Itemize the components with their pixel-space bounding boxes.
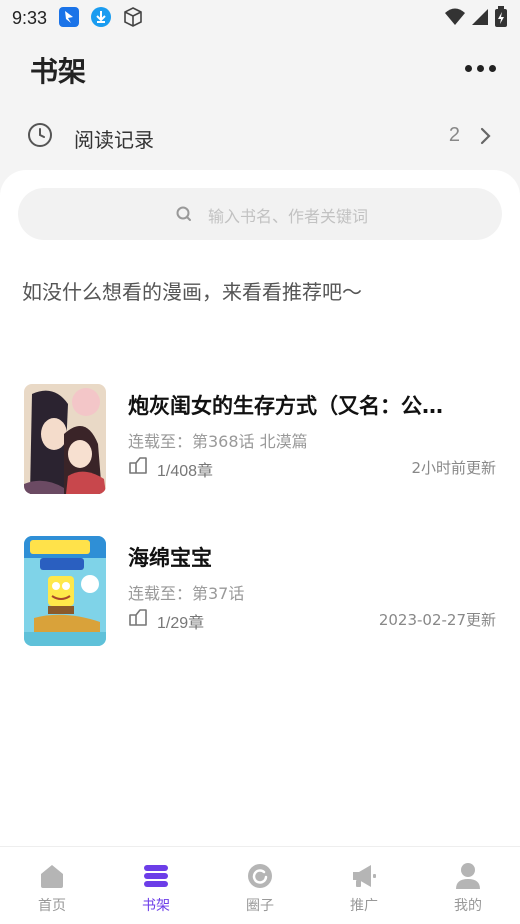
nav-label: 推广 (350, 898, 378, 914)
book-cover (24, 384, 106, 494)
more-dot-icon (476, 64, 484, 72)
signal-icon (472, 9, 488, 25)
package-notification-icon (124, 7, 142, 27)
wifi-icon (445, 8, 465, 25)
search-input[interactable]: 输入书名、作者关键词 (18, 188, 502, 240)
book-updated-time: 2小时前更新 (411, 459, 496, 477)
book-progress-icon (129, 609, 147, 626)
user-icon (456, 863, 480, 889)
megaphone-icon (353, 865, 376, 887)
page-title: 书架 (30, 55, 87, 88)
more-options-button[interactable] (458, 58, 502, 78)
status-indicators (444, 6, 508, 28)
bookshelf-card: 输入书名、作者关键词 如没什么想看的漫画，来看看推荐吧～ 炮灰闺女的生存方式（又… (0, 170, 520, 846)
book-item[interactable]: 海绵宝宝 连载至：第37话 1/29章 2023-02-27更新 (0, 536, 520, 648)
reading-history-label: 阅读记录 (74, 128, 154, 152)
book-progress: 1/408章 (157, 463, 214, 480)
book-progress: 1/29章 (157, 615, 205, 632)
status-time: 9:33 (12, 8, 48, 28)
book-progress-icon (129, 457, 147, 474)
home-icon (41, 865, 63, 888)
reading-history-row[interactable]: 阅读记录 2 (0, 108, 520, 164)
book-title: 海绵宝宝 (128, 546, 212, 570)
nav-item-promote[interactable]: 推广 (312, 847, 416, 924)
bookshelf-icon (144, 865, 168, 887)
battery-charging-icon (495, 6, 507, 27)
book-serial-status: 连载至：第368话 北漠篇 (128, 432, 308, 451)
book-updated-time: 2023-02-27更新 (378, 611, 496, 629)
search-placeholder: 输入书名、作者关键词 (208, 207, 369, 226)
search-icon (176, 206, 191, 221)
nav-label: 我的 (454, 898, 482, 914)
circle-icon (248, 864, 272, 888)
status-bar: 9:33 (0, 0, 520, 36)
reading-history-count: 2 (448, 124, 460, 146)
clock-icon (28, 123, 52, 147)
more-dot-icon (464, 64, 472, 72)
nav-label: 首页 (38, 898, 66, 914)
recommend-prompt: 如没什么想看的漫画，来看看推荐吧～ (22, 280, 362, 304)
nav-label: 圈子 (246, 898, 274, 914)
bottom-navigation: 首页 书架 圈子 推广 我的 (0, 846, 520, 924)
nav-item-home[interactable]: 首页 (0, 847, 104, 924)
chevron-right-icon (480, 127, 491, 145)
book-item[interactable]: 炮灰闺女的生存方式（又名：公… 连载至：第368话 北漠篇 1/408章 2小时… (0, 384, 520, 496)
nav-label: 书架 (142, 898, 170, 914)
book-title: 炮灰闺女的生存方式（又名：公… (128, 394, 443, 418)
nav-item-circle[interactable]: 圈子 (208, 847, 312, 924)
nav-item-profile[interactable]: 我的 (416, 847, 520, 924)
download-notification-icon (91, 7, 111, 27)
nav-item-bookshelf[interactable]: 书架 (104, 847, 208, 924)
app-notification-icon (59, 7, 79, 27)
book-serial-status: 连载至：第37话 (128, 584, 245, 603)
book-cover (24, 536, 106, 646)
more-dot-icon (488, 64, 496, 72)
